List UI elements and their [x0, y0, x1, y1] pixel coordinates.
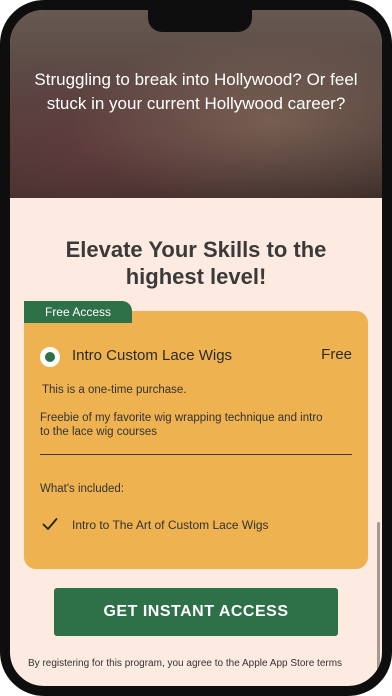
- hero-text: Struggling to break into Hollywood? Or f…: [34, 70, 358, 113]
- device-notch: [148, 10, 252, 32]
- purchase-note: This is a one-time purchase.: [42, 384, 187, 396]
- plan-price: Free: [321, 346, 352, 363]
- radio-selected-dot: [45, 352, 55, 362]
- divider: [40, 454, 352, 455]
- plan-description: Freebie of my favorite wig wrapping tech…: [40, 412, 323, 438]
- plan-card[interactable]: Intro Custom Lace Wigs Free This is a on…: [24, 311, 368, 569]
- checkmark-icon: [42, 518, 58, 530]
- plan-radio-button[interactable]: [40, 347, 60, 367]
- legal-text: By registering for this program, you agr…: [28, 658, 343, 669]
- phone-frame: Struggling to break into Hollywood? Or f…: [0, 0, 392, 696]
- included-item: Intro to The Art of Custom Lace Wigs: [72, 518, 269, 532]
- get-instant-access-button[interactable]: GET INSTANT ACCESS: [54, 588, 338, 636]
- page-headline: Elevate Your Skills to the highest level…: [65, 237, 327, 289]
- plan-name: Intro Custom Lace Wigs: [72, 347, 233, 364]
- free-access-badge: Free Access: [24, 301, 132, 323]
- scrollbar[interactable]: [377, 522, 380, 682]
- included-label: What's included:: [40, 483, 125, 495]
